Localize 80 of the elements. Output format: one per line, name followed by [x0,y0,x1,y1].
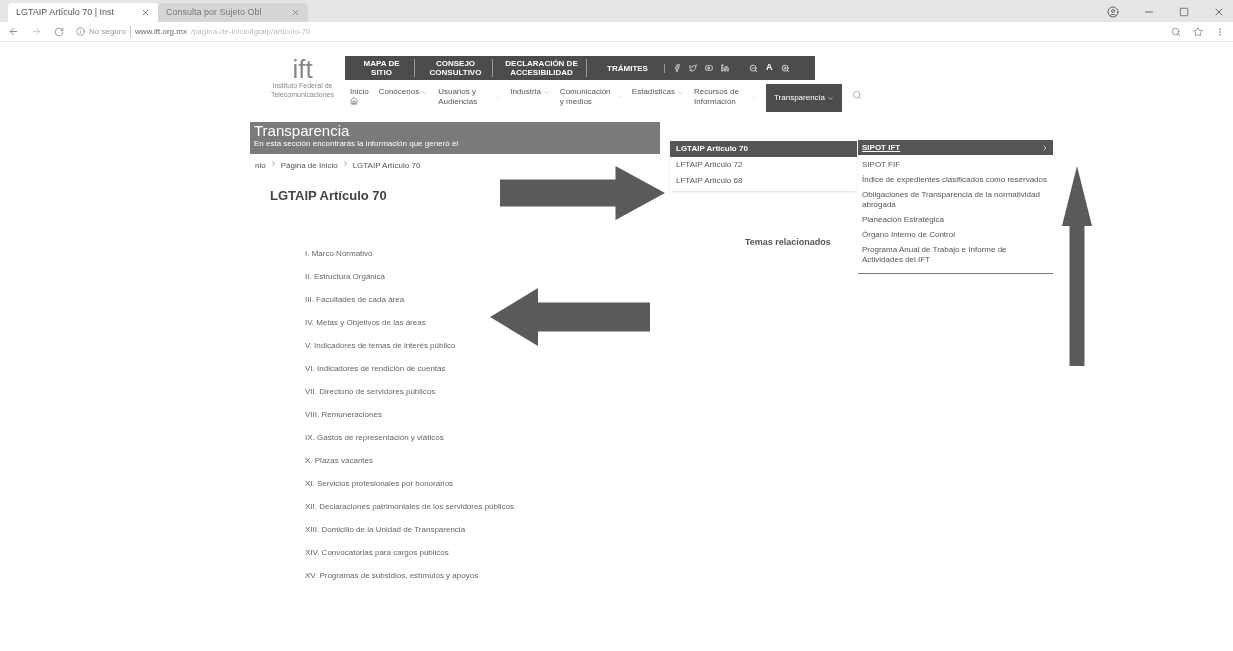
chevron-icon [341,160,349,167]
chevron-down-icon [542,88,550,96]
chevron-down-icon [617,93,622,101]
banner-title: Transparencia [254,123,351,138]
close-icon[interactable] [291,8,300,17]
banner-subtitle: En esta sección encontrarás la información que generó el [254,139,459,150]
linkedin-icon[interactable] [721,64,729,72]
search-icon[interactable] [851,90,862,100]
article-link[interactable]: VI. Indicadores de rendición de cuentas [305,362,446,375]
article-link[interactable]: XIII. Domicilio de la Unidad de Transparencia [305,523,466,536]
tab-title: LGTAIP Artículo 70 | Inst [16,5,116,19]
chevron-down-icon [751,93,756,101]
nav-item[interactable]: Transparencia [766,84,842,112]
article-link[interactable]: VIII. Remuneraciones [305,408,382,421]
menu-item[interactable]: Planeación Estratégica [858,215,1053,225]
menu-item[interactable]: Índice de expedientes clasificados como reservados [858,175,1053,185]
zoom-in-icon[interactable] [780,63,790,73]
arrow-icon [500,166,665,220]
chevron-down-icon [495,93,501,101]
article-link[interactable]: XV. Programas de subsidios, estímulos y apoyos [305,569,479,582]
article-link[interactable]: XIV. Convocatorias para cargos públicos [305,546,449,559]
article-link[interactable]: XII. Declaraciones patrimoniales de los servidores públicos [305,500,514,513]
top-link[interactable]: MAPA DE SITIO [353,59,415,77]
chevron-down-icon [421,88,429,96]
facebook-icon[interactable] [673,64,681,72]
browser-tab[interactable]: LGTAIP Artículo 70 | Inst [8,3,158,22]
menu-item[interactable]: Programa Anual de Trabajo e Informe de Actividades del IFT [858,245,1053,265]
submenu-item[interactable]: LGTAIP Artículo 70 [670,141,857,157]
chevron-down-icon [677,88,684,96]
nav-item[interactable]: Conócenos [378,84,429,97]
home-icon [350,97,358,105]
menu-item[interactable]: SIPOT IFT [858,140,1053,155]
related-title: Temas relacionados [745,235,831,248]
top-link[interactable]: DECLARACIÓN DE ACCESIBILIDAD [501,59,587,77]
menu-item[interactable]: Obligaciones de Transparencia de la normatividad abrogada [858,190,1053,210]
submenu-item[interactable]: LFTAIP Artículo 68 [670,173,857,189]
close-icon[interactable] [141,8,150,17]
chevron-down-icon [826,94,834,102]
article-link[interactable]: IX. Gastos de representación y viáticos [305,431,444,444]
arrow-icon [490,288,650,346]
nav-item[interactable]: Inicio [350,84,369,105]
info-icon[interactable] [76,27,85,36]
twitter-icon[interactable] [689,64,697,72]
article-link[interactable]: X. Plazas vacantes [305,454,374,467]
breadcrumb-link[interactable]: LGTAIP Artículo 70 [352,160,421,172]
bookmark-star-icon[interactable] [1193,26,1203,37]
nav-item[interactable]: Recursos de Información [694,84,756,107]
page-title: LGTAIP Artículo 70 [270,187,387,205]
article-link[interactable]: IV. Metas y Objetivos de las áreas [305,316,426,329]
menu-item[interactable]: Órgano Interno de Control [858,230,1053,240]
article-link[interactable]: I. Marco Normativo [305,247,373,260]
submenu-item[interactable]: LFTAIP Artículo 72 [670,157,857,173]
zoom-out-icon[interactable] [749,63,758,73]
address-field[interactable]: No seguro www.ift.org.mx /pagina-de-inicio/lgtaip/articulo-70 [76,25,1159,38]
nav-item[interactable]: Comunicación y medios [559,84,622,107]
chevron-icon [269,160,277,167]
nav-item[interactable]: Industria [510,84,550,97]
breadcrumb-link[interactable]: nio [255,160,266,172]
menu-item[interactable]: SIPOT FIF [858,160,1053,170]
profile-icon[interactable] [1107,6,1119,18]
back-icon[interactable] [8,26,19,37]
nav-item[interactable]: Estadísticas [631,84,684,97]
article-link[interactable]: II. Estructura Orgánica [305,270,386,283]
breadcrumb-link[interactable]: Página de Inicio [280,160,338,172]
close-icon[interactable] [1213,6,1225,18]
article-link[interactable]: VII. Directorio de servidores públicos [305,385,436,398]
chevron-right-icon [1041,143,1049,152]
maximize-icon[interactable] [1179,7,1189,17]
article-link[interactable]: III. Facultades de cada área [305,293,405,306]
zoom-icon[interactable] [1171,26,1181,37]
top-link[interactable]: CONSEJO CONSULTIVO [423,59,493,77]
tab-title: Consulta por Sujeto Obl [166,5,263,19]
youtube-icon[interactable] [705,64,713,72]
font-size-button[interactable]: A [766,61,773,75]
article-link[interactable]: V. Indicadores de temas de interés público [305,339,456,352]
article-link[interactable]: XI. Servicios profesionales por honorarios [305,477,454,490]
arrow-icon [1062,166,1092,366]
reload-icon[interactable] [54,26,64,37]
top-link[interactable]: TRÁMITES [595,63,665,73]
nav-item[interactable]: Usuarios y Audiencias [438,84,501,107]
